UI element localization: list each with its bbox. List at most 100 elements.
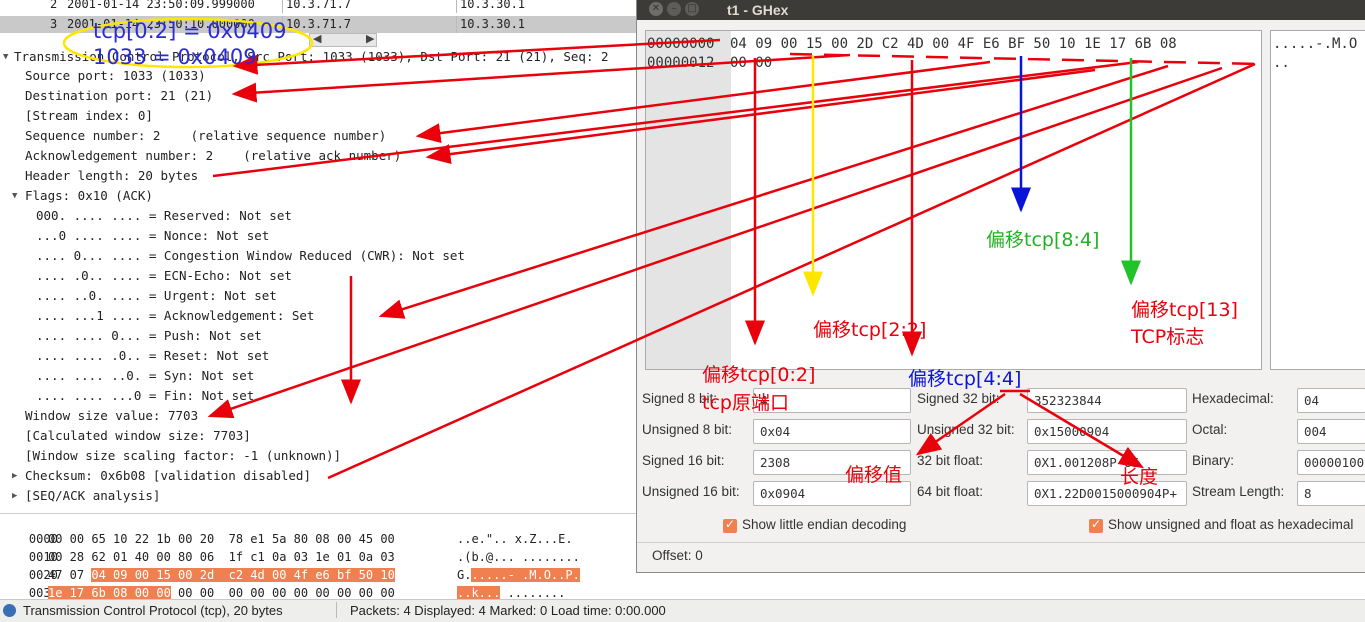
annotation-src-port: tcp原端口: [702, 392, 789, 414]
offset-column: [646, 31, 731, 369]
tree-line[interactable]: Destination port: 21 (21): [25, 86, 213, 106]
signed16-label: Signed 16 bit:: [642, 453, 725, 468]
bytes-hex: 00 28 62 01 40 00 80 06 1f c1 0a 03 1e 0…: [48, 550, 395, 564]
window-title: t1 - GHex: [727, 2, 789, 18]
bytes-ascii-highlight: .....- .M.O..P.: [471, 568, 580, 582]
packet-no: 2: [50, 0, 58, 11]
bytes-ascii: ..e.".. x.Z...E.: [457, 532, 573, 546]
flag-line[interactable]: .... ...1 .... = Acknowledgement: Set: [36, 306, 314, 326]
unsigned-hex-label: Show unsigned and float as hexadecimal: [1108, 517, 1354, 532]
bytes-row[interactable]: 0030 1e 17 6b 08 00 00 00 00 00 00 00 00 …: [0, 568, 565, 600]
bytes-hex: 00 00 00 00 00 00 00 00 00 00: [170, 586, 395, 600]
bytes-ascii: .(b.@... ........: [457, 550, 580, 564]
binary-label: Binary:: [1192, 453, 1235, 468]
tree-line[interactable]: [Calculated window size: 7703]: [25, 426, 251, 446]
hex-bytes-row[interactable]: 00 00: [730, 53, 772, 73]
annotation-tcp-0-2: tcp[0:2] = 0x0409: [93, 19, 287, 43]
flag-line[interactable]: ...0 .... .... = Nonce: Not set: [36, 226, 269, 246]
flag-line[interactable]: .... .... ..0. = Syn: Not set: [36, 366, 254, 386]
float32-label: 32 bit float:: [917, 453, 984, 468]
offset-label: 00000012: [647, 55, 715, 71]
little-endian-label: Show little endian decoding: [742, 517, 907, 532]
tree-line[interactable]: Source port: 1033 (1033): [25, 66, 206, 86]
float64-field[interactable]: 0X1.22D0015000904P+: [1027, 481, 1187, 506]
bytes-ascii: ........: [500, 586, 566, 600]
scroll-left-icon[interactable]: ◀: [313, 32, 321, 45]
tree-line[interactable]: Sequence number: 2 (relative sequence nu…: [25, 126, 386, 146]
unsigned32-label: Unsigned 32 bit:: [917, 422, 1015, 437]
bytes-hex: 00 00 65 10 22 1b 00 20 78 e1 5a 80 08 0…: [48, 532, 395, 546]
hexadecimal-label: Hexadecimal:: [1192, 391, 1274, 406]
little-endian-checkbox[interactable]: [723, 517, 737, 533]
maximize-icon[interactable]: □: [685, 2, 699, 16]
expert-info-icon[interactable]: [3, 604, 16, 617]
tree-line[interactable]: Header length: 20 bytes: [25, 166, 198, 186]
bytes-ascii-highlight: ..k...: [457, 586, 501, 600]
collapsed-triangle-icon[interactable]: ▶: [12, 471, 17, 481]
status-bar: Transmission Control Protocol (tcp), 20 …: [0, 599, 1365, 622]
status-field-info: Transmission Control Protocol (tcp), 20 …: [23, 603, 283, 618]
unsigned8-field[interactable]: 0x04: [753, 419, 911, 444]
close-icon[interactable]: ✕: [649, 2, 663, 16]
offset-label: 00000000: [647, 36, 715, 52]
bytes-ascii: G.: [457, 568, 472, 582]
ascii-row[interactable]: .....-.M.O: [1273, 34, 1357, 54]
tree-line[interactable]: [Stream index: 0]: [25, 106, 153, 126]
ascii-view[interactable]: .....-.M.O ..: [1270, 30, 1365, 370]
flag-line[interactable]: .... 0... .... = Congestion Window Reduc…: [36, 246, 465, 266]
tree-line[interactable]: [Window size scaling factor: -1 (unknown…: [25, 446, 341, 466]
annotation-1033: 1033 = 0x0409: [93, 45, 257, 69]
flag-line[interactable]: .... .... 0... = Push: Not set: [36, 326, 262, 346]
flag-line[interactable]: .... .... ...0 = Fin: Not set: [36, 386, 254, 406]
hex-bytes-row[interactable]: 04 09 00 15 00 2D C2 4D 00 4F E6 BF 50 1…: [730, 34, 1177, 54]
packet-details-tree: ▼ Transmission Control Protocol, Src Por…: [0, 47, 636, 507]
signed32-field[interactable]: 352323844: [1027, 388, 1187, 413]
flag-line[interactable]: .... .0.. .... = ECN-Echo: Not set: [36, 266, 292, 286]
flag-line[interactable]: .... ..0. .... = Urgent: Not set: [36, 286, 277, 306]
annotation-offset-0-2: 偏移tcp[0:2]: [702, 364, 816, 386]
packet-bytes-pane: 0000 00 00 65 10 22 1b 00 20 78 e1 5a 80 …: [0, 513, 636, 600]
packet-no: 3: [50, 17, 58, 31]
binary-field[interactable]: 00000100: [1297, 450, 1365, 475]
packet-dst: 10.3.30.1: [460, 0, 526, 11]
status-packets: Packets: 4 Displayed: 4 Marked: 0 Load t…: [350, 603, 666, 618]
bytes-hex-highlight: 04 09 00 15 00 2d c2 4d 00 4f e6 bf 50 1…: [91, 568, 395, 582]
horizontal-scrollbar[interactable]: ◀ ▶: [309, 32, 377, 47]
seqack-line[interactable]: [SEQ/ACK analysis]: [25, 486, 160, 506]
minimize-icon[interactable]: –: [667, 2, 681, 16]
unsigned32-field[interactable]: 0x15000904: [1027, 419, 1187, 444]
scroll-right-icon[interactable]: ▶: [366, 32, 374, 45]
flags-line[interactable]: Flags: 0x10 (ACK): [25, 186, 153, 206]
bytes-hex-highlight: 1e 17 6b 08 00 00: [48, 586, 171, 600]
unsigned-hex-checkbox[interactable]: [1089, 517, 1103, 533]
packet-row[interactable]: 2 2001-01-14 23:50:09.999000 10.3.71.7 1…: [0, 0, 636, 13]
packet-dst: 10.3.30.1: [460, 17, 526, 31]
signed32-label: Signed 32 bit:: [917, 391, 1000, 406]
bytes-row[interactable]: 0010 00 28 62 01 40 00 80 06 1f c1 0a 03 …: [0, 532, 580, 564]
octal-field[interactable]: 004: [1297, 419, 1365, 444]
checksum-line[interactable]: Checksum: 0x6b08 [validation disabled]: [25, 466, 311, 486]
tree-line[interactable]: Window size value: 7703: [25, 406, 198, 426]
bytes-row[interactable]: 0000 00 00 65 10 22 1b 00 20 78 e1 5a 80 …: [0, 514, 573, 546]
octal-label: Octal:: [1192, 422, 1228, 437]
annotation-offset-8-4: 偏移tcp[8:4]: [986, 229, 1100, 251]
collapsed-triangle-icon[interactable]: ▶: [12, 491, 17, 501]
ghex-titlebar[interactable]: ✕ – □ t1 - GHex: [637, 0, 1365, 20]
float32-field[interactable]: 0X1.001208P-85: [1027, 450, 1187, 475]
stream-length-field[interactable]: 8: [1297, 481, 1365, 506]
offset-status: Offset: 0: [652, 548, 703, 563]
ascii-row[interactable]: ..: [1273, 53, 1290, 73]
packet-time: 2001-01-14 23:50:09.999000: [67, 0, 255, 11]
flag-line[interactable]: 000. .... .... = Reserved: Not set: [36, 206, 292, 226]
expand-triangle-icon[interactable]: ▼: [12, 191, 17, 201]
annotation-tcp-flags: TCP标志: [1131, 326, 1205, 348]
unsigned16-label: Unsigned 16 bit:: [642, 484, 740, 499]
status-divider: [336, 602, 337, 618]
bytes-row[interactable]: 0020 47 07 04 09 00 15 00 2d c2 4d 00 4f …: [0, 550, 580, 582]
hexadecimal-field[interactable]: 04: [1297, 388, 1365, 413]
float64-label: 64 bit float:: [917, 484, 984, 499]
flag-line[interactable]: .... .... .0.. = Reset: Not set: [36, 346, 269, 366]
expand-triangle-icon[interactable]: ▼: [3, 52, 8, 62]
packet-src: 10.3.71.7: [286, 0, 352, 11]
tree-line[interactable]: Acknowledgement number: 2 (relative ack …: [25, 146, 401, 166]
